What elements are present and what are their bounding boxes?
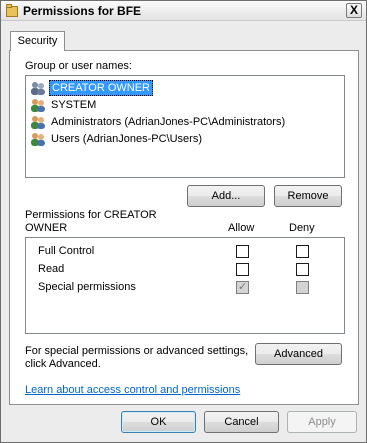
list-item-system[interactable]: SYSTEM bbox=[30, 96, 340, 113]
permission-name: Special permissions bbox=[38, 281, 136, 293]
check-icon: ✓ bbox=[238, 281, 248, 293]
user-group-icon bbox=[31, 115, 45, 129]
tab-security[interactable]: Security bbox=[10, 31, 65, 51]
list-item-label: Administrators (AdrianJones-PC\Administr… bbox=[51, 115, 286, 128]
permission-name: Read bbox=[38, 263, 65, 275]
list-item-creator-owner[interactable]: CREATOR OWNER bbox=[30, 79, 340, 96]
group-names-label: Group or user names: bbox=[25, 60, 132, 72]
deny-checkbox-read[interactable] bbox=[296, 263, 309, 276]
permissions-dialog: Permissions for BFE X Security Group or … bbox=[0, 0, 367, 443]
user-group-icon bbox=[31, 81, 45, 95]
cancel-button[interactable]: Cancel bbox=[204, 411, 279, 433]
apply-button: Apply bbox=[287, 411, 357, 433]
permissions-table: Full Control Read Special permissions ✓ bbox=[25, 237, 345, 334]
list-item-label: Users (AdrianJones-PC\Users) bbox=[51, 132, 202, 145]
user-group-icon bbox=[31, 98, 45, 112]
window-title: Permissions for BFE bbox=[23, 4, 142, 18]
permission-name: Full Control bbox=[38, 245, 95, 257]
list-item-users[interactable]: Users (AdrianJones-PC\Users) bbox=[30, 130, 340, 147]
allow-checkbox-special: ✓ bbox=[236, 281, 249, 294]
list-item-administrators[interactable]: Administrators (AdrianJones-PC\Administr… bbox=[30, 113, 340, 130]
advanced-hint-line2: click Advanced. bbox=[25, 358, 101, 370]
ok-button[interactable]: OK bbox=[121, 411, 196, 433]
help-link[interactable]: Learn about access control and permissio… bbox=[25, 384, 240, 396]
permissions-for-label-line2: OWNER bbox=[25, 222, 68, 234]
user-group-icon bbox=[31, 132, 45, 146]
remove-button[interactable]: Remove bbox=[274, 185, 342, 207]
allow-checkbox-full-control[interactable] bbox=[236, 245, 249, 258]
deny-checkbox-special bbox=[296, 281, 309, 294]
title-bar: Permissions for BFE X bbox=[1, 1, 366, 21]
allow-checkbox-read[interactable] bbox=[236, 263, 249, 276]
list-item-label: SYSTEM bbox=[51, 98, 97, 111]
group-user-list[interactable]: CREATOR OWNER SYSTEM Administrators (Adr… bbox=[25, 75, 345, 178]
permissions-for-label-line1: Permissions for CREATOR bbox=[25, 209, 157, 221]
deny-checkbox-full-control[interactable] bbox=[296, 245, 309, 258]
list-item-label: CREATOR OWNER bbox=[49, 79, 153, 96]
add-button[interactable]: Add... bbox=[187, 185, 265, 207]
deny-header: Deny bbox=[289, 222, 315, 234]
folder-icon bbox=[6, 4, 18, 17]
advanced-hint-line1: For special permissions or advanced sett… bbox=[25, 345, 249, 357]
allow-header: Allow bbox=[228, 222, 255, 234]
close-button[interactable]: X bbox=[346, 3, 362, 18]
advanced-button[interactable]: Advanced bbox=[255, 343, 342, 365]
